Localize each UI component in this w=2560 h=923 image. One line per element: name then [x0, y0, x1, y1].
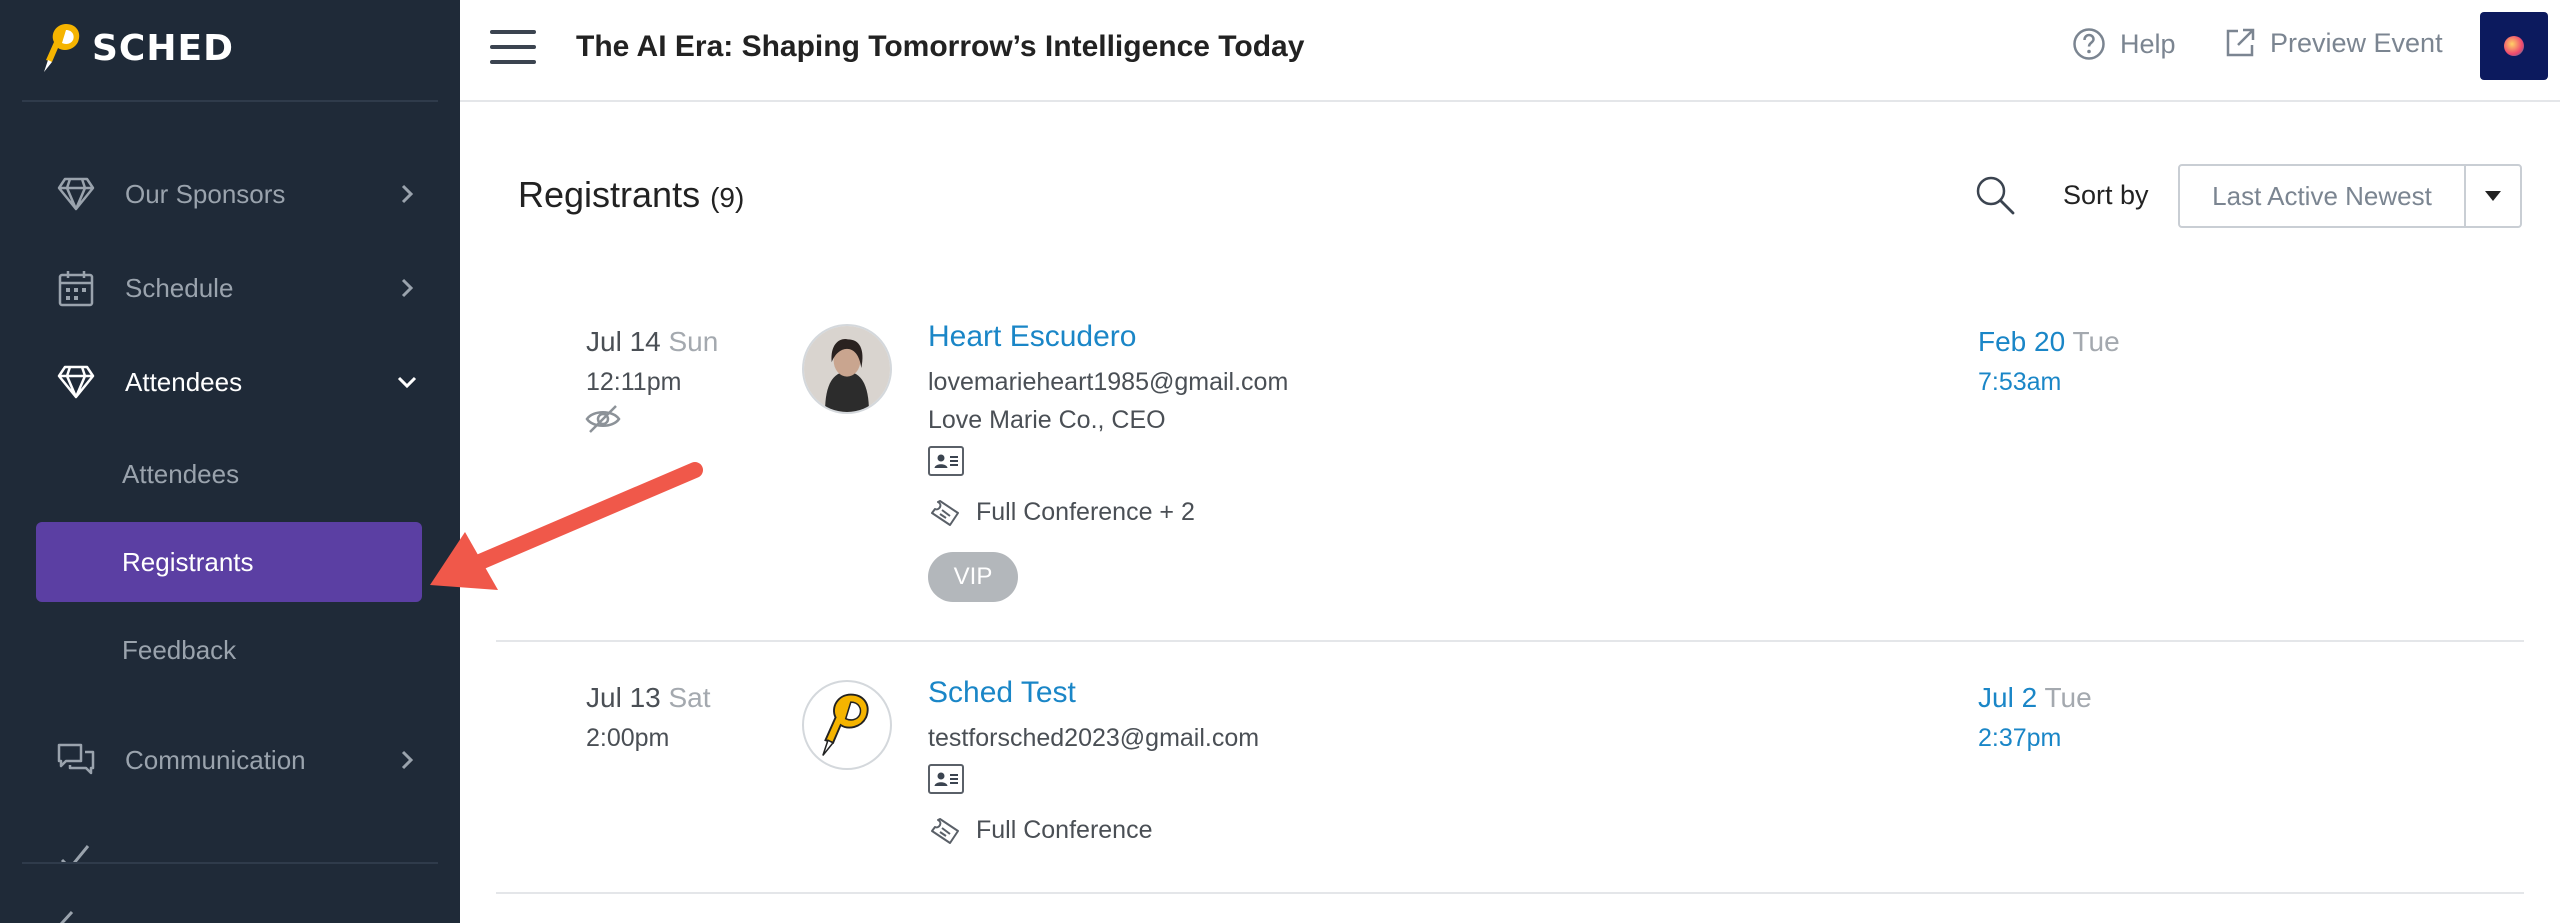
sidebar-item-label: Communication: [125, 744, 306, 775]
contact-card-icon[interactable]: [928, 446, 964, 476]
diamond-icon: [56, 362, 96, 402]
ticket-label: Full Conference + 2: [976, 498, 1195, 526]
active-date-text: Feb 20: [1978, 326, 2066, 357]
date-text: Jul 13: [586, 682, 661, 713]
chevron-down-icon: [396, 371, 418, 393]
last-active-date: Jul 2 Tue: [1978, 682, 2092, 714]
ticket-icon: [931, 499, 959, 526]
sched-logo-icon: [44, 24, 80, 72]
sidebar-divider: [22, 862, 438, 864]
sidebar-item-communication[interactable]: Communication: [0, 720, 460, 800]
ticket-label: Full Conference: [976, 816, 1153, 844]
table-row[interactable]: Jul 13 Sat 2:00pm Sched Test testforsche…: [496, 642, 2524, 894]
avatar[interactable]: [802, 680, 892, 770]
registrant-name-link[interactable]: Sched Test: [928, 676, 1076, 710]
sidebar-footer-partial: [56, 908, 86, 923]
chevron-right-icon: [396, 183, 418, 205]
contact-card-icon[interactable]: [928, 764, 964, 794]
sidebar-item-label: Schedule: [125, 272, 234, 303]
sidebar-subitem-attendees[interactable]: Attendees: [36, 434, 422, 514]
registration-date: Jul 14 Sun: [586, 326, 718, 358]
sidebar: SCHED Our Sponsors Schedule Attendees At…: [0, 0, 460, 923]
registration-time: 2:00pm: [586, 724, 670, 752]
sidebar-subitem-feedback[interactable]: Feedback: [36, 610, 422, 690]
page-title: Registrants (9): [518, 174, 744, 216]
ticket-info: Full Conference: [928, 816, 1152, 845]
sched-avatar-icon: [822, 693, 869, 756]
preview-event-link[interactable]: Preview Event: [2224, 27, 2443, 59]
date-text: Jul 14: [586, 326, 661, 357]
chevron-right-icon: [396, 277, 418, 299]
event-avatar[interactable]: [2480, 12, 2548, 80]
chevron-right-icon: [396, 749, 418, 771]
dropdown-arrow-icon[interactable]: [2466, 166, 2520, 226]
registration-time: 12:11pm: [586, 368, 682, 396]
preview-event-label: Preview Event: [2270, 27, 2443, 58]
help-icon: [2073, 28, 2105, 60]
sched-logo[interactable]: SCHED: [42, 22, 234, 74]
chevron-left-icon: [59, 910, 74, 923]
help-link[interactable]: Help: [2072, 27, 2176, 61]
sort-label: Sort by: [2063, 180, 2149, 210]
sidebar-divider: [22, 100, 438, 102]
sidebar-item-attendees[interactable]: Attendees: [0, 342, 460, 422]
top-bar: The AI Era: Shaping Tomorrow’s Intellige…: [460, 0, 2560, 102]
sidebar-subitem-label: Attendees: [122, 458, 240, 489]
search-button[interactable]: [1974, 174, 2018, 218]
search-icon: [1976, 176, 2015, 215]
registrant-company: Love Marie Co., CEO: [928, 406, 1166, 434]
diamond-icon: [56, 174, 96, 214]
last-active-time: 7:53am: [1978, 368, 2062, 396]
external-link-icon: [2226, 28, 2255, 57]
person-photo-icon: [804, 326, 890, 412]
active-day-of-week: Tue: [2072, 326, 2120, 357]
day-of-week: Sun: [668, 326, 719, 357]
sidebar-item-our-sponsors[interactable]: Our Sponsors: [0, 154, 460, 234]
sidebar-subitem-label: Registrants: [122, 546, 254, 577]
sort-select[interactable]: Last Active Newest: [2178, 164, 2522, 228]
day-of-week: Sat: [668, 682, 711, 713]
registrant-email: testforsched2023@gmail.com: [928, 724, 1260, 752]
page-title-text: Registrants: [518, 174, 701, 215]
sidebar-item-partial: [56, 838, 96, 862]
sidebar-item-label: Attendees: [125, 366, 243, 397]
main-content: Registrants (9) Sort by Last Active Newe…: [460, 104, 2560, 923]
sidebar-subitem-registrants[interactable]: Registrants: [36, 522, 422, 602]
active-day-of-week: Tue: [2044, 682, 2092, 713]
registrant-count: (9): [710, 182, 745, 213]
sidebar-item-schedule[interactable]: Schedule: [0, 248, 460, 328]
eye-slash-icon: [584, 402, 622, 436]
menu-icon[interactable]: [490, 30, 538, 70]
registrant-email: lovemarieheart1985@gmail.com: [928, 368, 1289, 396]
avatar[interactable]: [802, 324, 892, 414]
vip-badge: VIP: [928, 552, 1018, 602]
table-row[interactable]: Jul 14 Sun 12:11pm Heart Escudero lovema…: [496, 294, 2524, 642]
sort-value: Last Active Newest: [2180, 166, 2466, 226]
last-active-date: Feb 20 Tue: [1978, 326, 2120, 358]
event-title: The AI Era: Shaping Tomorrow’s Intellige…: [576, 30, 1305, 63]
check-icon: [60, 845, 90, 862]
active-date-text: Jul 2: [1978, 682, 2038, 713]
registration-date: Jul 13 Sat: [586, 682, 711, 714]
ticket-icon: [931, 817, 959, 844]
chat-icon: [56, 740, 96, 780]
ticket-info: Full Conference + 2: [928, 498, 1195, 527]
event-logo-icon: [2504, 36, 2524, 56]
sidebar-subitem-label: Feedback: [122, 634, 237, 665]
help-label: Help: [2120, 28, 2176, 59]
logo-text: SCHED: [92, 27, 234, 69]
sidebar-item-label: Our Sponsors: [125, 178, 286, 209]
calendar-icon: [56, 268, 96, 308]
registrant-name-link[interactable]: Heart Escudero: [928, 320, 1136, 354]
last-active-time: 2:37pm: [1978, 724, 2062, 752]
